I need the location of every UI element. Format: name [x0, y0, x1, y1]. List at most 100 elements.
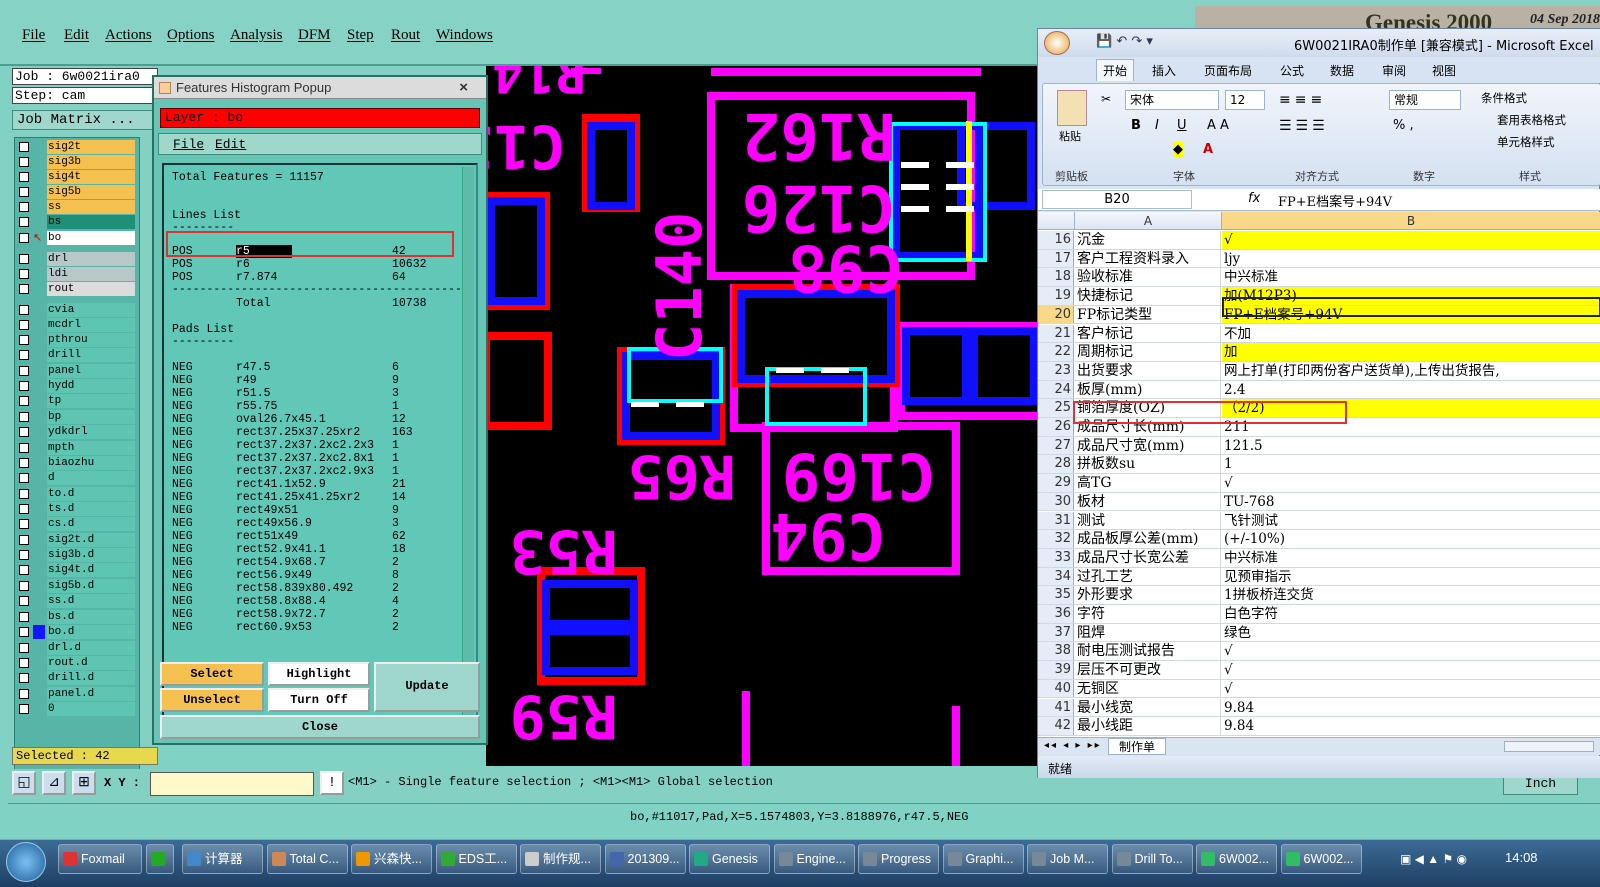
cell-a[interactable]: 最小线距: [1075, 717, 1221, 735]
font-color-icon[interactable]: A: [1203, 142, 1213, 157]
layer-name[interactable]: sig4t.d: [47, 563, 135, 577]
function-icon[interactable]: fx: [1248, 191, 1260, 206]
taskbar-item[interactable]: Drill To...: [1111, 844, 1193, 874]
taskbar-item[interactable]: 6W002...: [1196, 844, 1277, 874]
align-h-icon[interactable]: ☰☰☰: [1279, 118, 1329, 134]
sheet-row[interactable]: 41 最小线宽 9.84: [1038, 698, 1600, 718]
layer-checkbox[interactable]: [19, 612, 29, 622]
sheet-row[interactable]: 16 沉金 √: [1038, 231, 1600, 250]
sheet-row[interactable]: 30 板材 TU-768: [1038, 492, 1600, 512]
row-number[interactable]: 20: [1038, 305, 1074, 324]
cell-a[interactable]: FP标记类型: [1075, 305, 1221, 324]
cell-a[interactable]: 验收标准: [1075, 268, 1221, 287]
row-number[interactable]: 22: [1038, 343, 1074, 361]
row-number[interactable]: 27: [1038, 436, 1074, 455]
layer-name[interactable]: rout: [47, 282, 135, 296]
cell-b[interactable]: 121.5: [1222, 437, 1600, 455]
layer-name[interactable]: rout.d: [47, 656, 135, 670]
underline-icon[interactable]: U: [1177, 118, 1187, 133]
spreadsheet-grid[interactable]: A B 16 沉金 √ 17 客户工程资料录入 ljy 18 验收标准 中兴标准 19 快捷标记 加(…: [1038, 212, 1600, 737]
close-icon[interactable]: ×: [459, 77, 468, 99]
popup-title-bar[interactable]: Features Histogram Popup ×: [154, 77, 486, 99]
cell-a[interactable]: 拼板数su: [1075, 455, 1221, 474]
layer-row[interactable]: panel: [17, 364, 137, 378]
cell-a[interactable]: 快捷标记: [1075, 287, 1221, 305]
layer-name[interactable]: panel.d: [47, 687, 135, 701]
highlight-button[interactable]: Highlight: [268, 662, 370, 686]
row-number[interactable]: 21: [1038, 324, 1074, 343]
layer-name[interactable]: sig2t.d: [47, 533, 135, 547]
layer-name[interactable]: drill: [47, 348, 135, 362]
cell-a[interactable]: 高TG: [1075, 474, 1221, 492]
layer-name[interactable]: sig4t: [47, 170, 135, 184]
row-number[interactable]: 23: [1038, 361, 1074, 380]
layer-row[interactable]: rout: [17, 282, 137, 296]
sheet-row[interactable]: 40 无铜区 √: [1038, 679, 1600, 699]
layer-name[interactable]: tp: [47, 394, 135, 408]
align-icon[interactable]: ≡≡≡: [1279, 92, 1326, 108]
layer-name[interactable]: pthrou: [47, 333, 135, 347]
layer-checkbox[interactable]: [19, 366, 29, 376]
layer-row[interactable]: drill.d: [17, 671, 137, 685]
cell-b[interactable]: 飞针测试: [1222, 512, 1600, 530]
sheet-row[interactable]: 28 拼板数su 1: [1038, 455, 1600, 475]
cell-b[interactable]: 白色字符: [1222, 605, 1600, 623]
layer-name[interactable]: ydkdrl: [47, 425, 135, 439]
sheet-row[interactable]: 34 过孔工艺 见预审指示: [1038, 567, 1600, 587]
histogram-list[interactable]: Total Features = 11157 Lines List ------…: [162, 163, 478, 730]
row-number[interactable]: 19: [1038, 287, 1074, 305]
select-button[interactable]: Select: [160, 662, 264, 686]
layer-row[interactable]: biaozhu: [17, 456, 137, 470]
layer-row[interactable]: bo ↖: [17, 231, 137, 245]
layer-name[interactable]: bs.d: [47, 610, 135, 624]
layer-row[interactable]: panel.d: [17, 687, 137, 701]
sheet-row[interactable]: 27 成品尺寸宽(mm) 121.5: [1038, 436, 1600, 456]
layer-name[interactable]: panel: [47, 364, 135, 378]
row-number[interactable]: 40: [1038, 679, 1074, 698]
layer-checkbox[interactable]: [19, 658, 29, 668]
update-button[interactable]: Update: [374, 662, 480, 712]
cell-b[interactable]: 2.4: [1222, 381, 1600, 399]
layer-row[interactable]: sig4t.d: [17, 563, 137, 577]
layer-name[interactable]: sig3b.d: [47, 548, 135, 562]
layer-checkbox[interactable]: [19, 643, 29, 653]
sheet-row[interactable]: 31 测试 飞针测试: [1038, 511, 1600, 531]
popup-menu-file[interactable]: File: [173, 137, 204, 152]
row-number[interactable]: 34: [1038, 567, 1074, 586]
cell-a[interactable]: 字符: [1075, 605, 1221, 623]
sheet-row[interactable]: 38 耐电压测试报告 √: [1038, 642, 1600, 662]
row-number[interactable]: 24: [1038, 380, 1074, 399]
layer-row[interactable]: ss: [17, 200, 137, 214]
layer-row[interactable]: tp: [17, 394, 137, 408]
layer-checkbox[interactable]: [19, 284, 29, 294]
layer-name[interactable]: biaozhu: [47, 456, 135, 470]
cell-b[interactable]: 不加: [1222, 325, 1600, 343]
layer-checkbox[interactable]: [19, 565, 29, 575]
paste-label[interactable]: 粘贴: [1059, 128, 1081, 144]
taskbar-item[interactable]: 6W002...: [1280, 844, 1362, 874]
layer-checkbox[interactable]: [19, 458, 29, 468]
layer-checkbox[interactable]: [19, 581, 29, 591]
turn-off-button[interactable]: Turn Off: [268, 688, 370, 712]
cell-b[interactable]: 1拼板桥连交货: [1222, 586, 1600, 604]
sheet-row[interactable]: 35 外形要求 1拼板桥连交货: [1038, 586, 1600, 605]
layer-checkbox[interactable]: [19, 689, 29, 699]
cell-b[interactable]: √: [1222, 231, 1600, 249]
layer-checkbox[interactable]: [19, 172, 29, 182]
cell-b[interactable]: √: [1222, 661, 1600, 679]
layer-checkbox[interactable]: [19, 596, 29, 606]
sheet-row[interactable]: 17 客户工程资料录入 ljy: [1038, 249, 1600, 269]
tab-data[interactable]: 数据: [1330, 62, 1354, 79]
grow-font-icon[interactable]: A A: [1207, 118, 1229, 133]
taskbar-item[interactable]: Total C...: [266, 844, 348, 874]
cell-a[interactable]: 板材: [1075, 492, 1221, 511]
tab-review[interactable]: 审阅: [1382, 62, 1406, 79]
start-button[interactable]: [6, 842, 46, 882]
layer-row[interactable]: 0: [17, 702, 137, 716]
sheet-row[interactable]: 42 最小线距 9.84: [1038, 717, 1600, 736]
sheet-row[interactable]: 23 出货要求 网上打单(打印两份客户送货单),上传出货报告,: [1038, 361, 1600, 381]
row-number[interactable]: 16: [1038, 231, 1074, 249]
cell-a[interactable]: 沉金: [1075, 231, 1221, 249]
layer-name[interactable]: ss: [47, 200, 135, 214]
row-number[interactable]: 39: [1038, 661, 1074, 679]
